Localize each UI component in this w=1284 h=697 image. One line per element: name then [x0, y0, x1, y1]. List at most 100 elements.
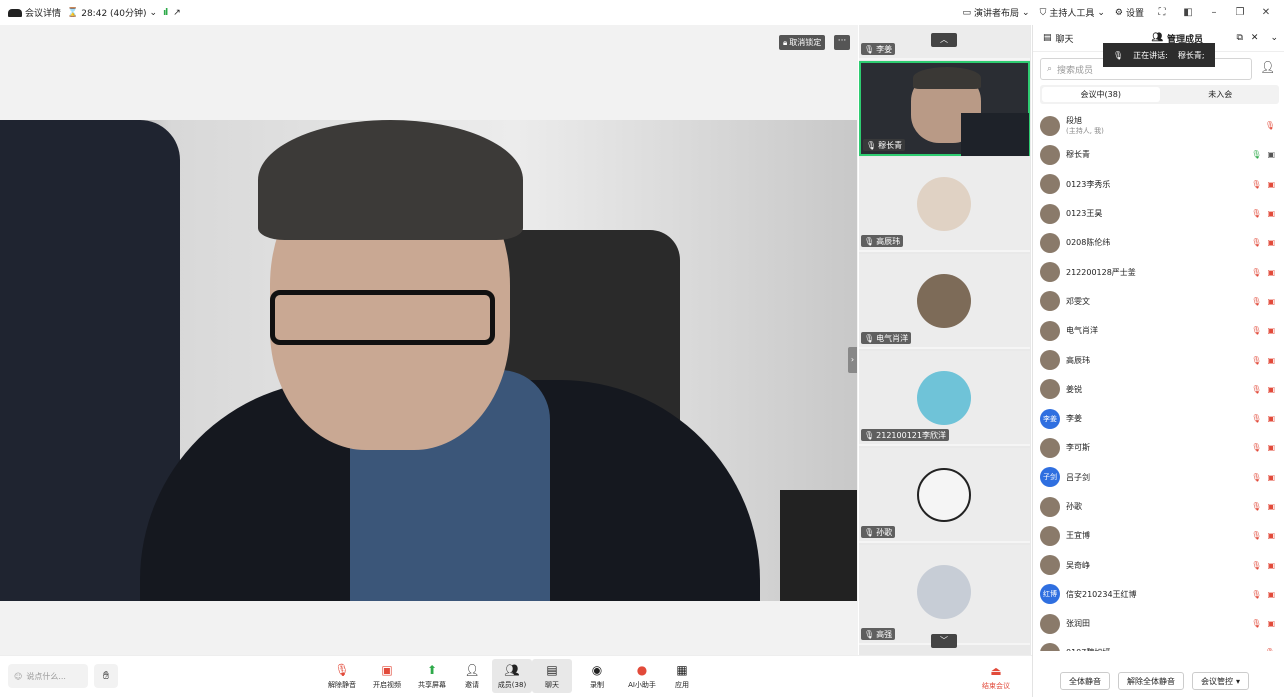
camera-off-icon[interactable]: ▣ — [1267, 385, 1275, 394]
mic-off-icon[interactable]: 🎙︎ — [1251, 297, 1261, 306]
gallery-tile[interactable]: 🎙︎ 212100121李欣洋 — [859, 351, 1030, 446]
chat-button[interactable]: ▤ 聊天 — [532, 659, 572, 693]
unlock-video-button[interactable]: 🔒︎ 取消锁定 — [779, 35, 826, 50]
mic-off-icon[interactable]: 🎙︎ — [1251, 502, 1261, 511]
member-row[interactable]: 穆长青 🎙︎ ▣ — [1033, 140, 1284, 169]
minimize-icon[interactable]: – — [1206, 7, 1222, 18]
maximize-icon[interactable]: ❐ — [1232, 7, 1248, 18]
member-row[interactable]: 子剑 吕子剑 🎙︎ ▣ — [1033, 463, 1284, 492]
meeting-control-button[interactable]: 会议管控 ▾ — [1192, 672, 1250, 690]
mic-off-icon[interactable]: 🎙︎ — [1265, 121, 1275, 130]
camera-off-icon[interactable]: ▣ — [1267, 473, 1275, 482]
signal-icon[interactable]: ıl — [163, 8, 168, 18]
camera-off-icon[interactable]: ▣ — [1267, 443, 1275, 452]
collapse-gallery-handle[interactable]: › — [848, 347, 857, 373]
main-video-stream[interactable] — [0, 120, 857, 601]
camera-off-icon[interactable]: ▣ — [1267, 414, 1275, 423]
mic-off-icon[interactable]: 🎙︎ — [1251, 561, 1261, 570]
close-icon[interactable]: ✕ — [1251, 33, 1259, 43]
invite-button[interactable]: 👤︎ 邀请 — [452, 659, 492, 693]
popout-icon[interactable]: ⧉ — [1236, 33, 1242, 43]
camera-off-icon[interactable]: ▣ — [1267, 326, 1275, 335]
raise-hand-button[interactable]: ✋︎ — [94, 664, 118, 688]
camera-off-icon[interactable]: ▣ — [1267, 561, 1275, 570]
layout-button[interactable]: ▭ 演讲者布局 ⌄ — [963, 6, 1030, 20]
mic-on-icon[interactable]: 🎙︎ — [1251, 150, 1261, 159]
gallery-scroll-up-button[interactable]: ︿ — [931, 33, 957, 47]
camera-off-icon[interactable]: ▣ — [1267, 297, 1275, 306]
mic-off-icon[interactable]: 🎙︎ — [1251, 414, 1261, 423]
host-tools-button[interactable]: ⛉ 主持人工具 ⌄ — [1040, 6, 1105, 20]
end-meeting-button[interactable]: ⏏ 结束会议 — [982, 664, 1010, 691]
mic-off-icon[interactable]: 🎙︎ — [1265, 648, 1275, 651]
member-row[interactable]: 张润田 🎙︎ ▣ — [1033, 609, 1284, 638]
member-row[interactable]: 李姜 李姜 🎙︎ ▣ — [1033, 404, 1284, 433]
close-icon[interactable]: ✕ — [1258, 7, 1274, 18]
member-row[interactable]: 孙歌 🎙︎ ▣ — [1033, 492, 1284, 521]
gallery-tile[interactable]: 🎙︎ 孙歌 — [859, 448, 1030, 543]
mic-off-icon[interactable]: 🎙︎ — [1251, 268, 1261, 277]
mic-off-icon[interactable]: 🎙︎ — [1251, 209, 1261, 218]
gallery-tile[interactable]: 🎙︎ 高强 — [859, 545, 1030, 645]
camera-off-icon[interactable]: ▣ — [1267, 502, 1275, 511]
tab-chat[interactable]: ▤ 聊天 — [1033, 25, 1084, 52]
member-row[interactable]: 邓雯文 🎙︎ ▣ — [1033, 287, 1284, 316]
member-row[interactable]: 0123李秀乐 🎙︎ ▣ — [1033, 170, 1284, 199]
member-row[interactable]: 高辰玮 🎙︎ ▣ — [1033, 345, 1284, 374]
mic-off-icon[interactable]: 🎙︎ — [1251, 531, 1261, 540]
mic-off-icon[interactable]: 🎙︎ — [1251, 619, 1261, 628]
camera-off-icon[interactable]: ▣ — [1267, 209, 1275, 218]
mic-off-icon[interactable]: 🎙︎ — [1251, 443, 1261, 452]
mic-off-icon[interactable]: 🎙︎ — [1251, 385, 1261, 394]
member-row[interactable]: 王宜博 🎙︎ ▣ — [1033, 521, 1284, 550]
member-row[interactable]: 吴奇峥 🎙︎ ▣ — [1033, 550, 1284, 579]
apps-button[interactable]: ▦ 应用 — [662, 659, 702, 693]
meeting-details-button[interactable]: 会议详情 — [8, 6, 61, 19]
member-row[interactable]: 李可斯 🎙︎ ▣ — [1033, 433, 1284, 462]
member-row[interactable]: 0123王昊 🎙︎ ▣ — [1033, 199, 1284, 228]
members-button[interactable]: 👥︎ 成员(38) — [492, 659, 532, 693]
member-row[interactable]: 电气肖洋 🎙︎ ▣ — [1033, 316, 1284, 345]
external-link-icon[interactable]: ↗ — [173, 8, 181, 18]
member-row[interactable]: 段旭 (主持人, 我) 🎙︎ — [1033, 111, 1284, 140]
member-row[interactable]: 0107魏旭妍 🎙︎ — [1033, 638, 1284, 651]
camera-off-icon[interactable]: ▣ — [1267, 180, 1275, 189]
fullscreen-icon[interactable]: ⛶ — [1154, 7, 1170, 18]
unmute-all-button[interactable]: 解除全体静音 — [1118, 672, 1184, 690]
mute-all-button[interactable]: 全体静音 — [1060, 672, 1110, 690]
share-screen-button[interactable]: ⬆ 共享屏幕 — [412, 659, 452, 693]
unmute-button[interactable]: 🎙︎ 解除静音 — [322, 659, 362, 693]
member-row[interactable]: 红博 信安210234王红博 🎙︎ ▣ — [1033, 580, 1284, 609]
camera-off-icon[interactable]: ▣ — [1267, 531, 1275, 540]
tab-in-meeting[interactable]: 会议中(38) — [1042, 87, 1160, 102]
mic-off-icon[interactable]: 🎙︎ — [1251, 238, 1261, 247]
add-member-icon[interactable]: 👤︎ — [1260, 60, 1275, 74]
meeting-timer[interactable]: ⌛ 28:42 (40分钟) ⌄ — [67, 6, 157, 20]
member-row[interactable]: 姜锐 🎙︎ ▣ — [1033, 375, 1284, 404]
gallery-tile-active[interactable]: 🎙︎ 穆长青 — [859, 61, 1030, 156]
camera-off-icon[interactable]: ▣ — [1267, 356, 1275, 365]
record-button[interactable]: ◉ 录制 — [577, 659, 617, 693]
camera-off-icon[interactable]: ▣ — [1267, 238, 1275, 247]
mic-off-icon[interactable]: 🎙︎ — [1251, 326, 1261, 335]
member-row[interactable]: 212200128严士釜 🎙︎ ▣ — [1033, 257, 1284, 286]
camera-off-icon[interactable]: ▣ — [1267, 590, 1275, 599]
more-options-button[interactable]: ··· — [834, 35, 850, 50]
gallery-scroll-down-button[interactable]: ﹀ — [931, 634, 957, 648]
quick-chat-input[interactable]: ☺ 说点什么... — [8, 664, 88, 688]
camera-off-icon[interactable]: ▣ — [1267, 268, 1275, 277]
settings-button[interactable]: ⚙ 设置 — [1115, 6, 1144, 20]
ai-assistant-button[interactable]: ● AI小助手 — [622, 659, 662, 693]
member-row[interactable]: 0208陈伦纬 🎙︎ ▣ — [1033, 228, 1284, 257]
tab-not-joined[interactable]: 未入会 — [1162, 85, 1280, 104]
mic-off-icon[interactable]: 🎙︎ — [1251, 473, 1261, 482]
mic-off-icon[interactable]: 🎙︎ — [1251, 590, 1261, 599]
start-video-button[interactable]: ▣ 开启视频 — [367, 659, 407, 693]
camera-off-icon[interactable]: ▣ — [1267, 619, 1275, 628]
gallery-tile[interactable]: 🎙︎ 高辰玮 — [859, 157, 1030, 252]
chevron-down-icon[interactable]: ⌄ — [1270, 33, 1278, 43]
mic-off-icon[interactable]: 🎙︎ — [1251, 356, 1261, 365]
camera-on-icon[interactable]: ▣ — [1267, 150, 1275, 159]
sidebar-toggle-icon[interactable]: ◧ — [1180, 7, 1196, 18]
gallery-tile[interactable]: 🎙︎ 电气肖洋 — [859, 254, 1030, 349]
